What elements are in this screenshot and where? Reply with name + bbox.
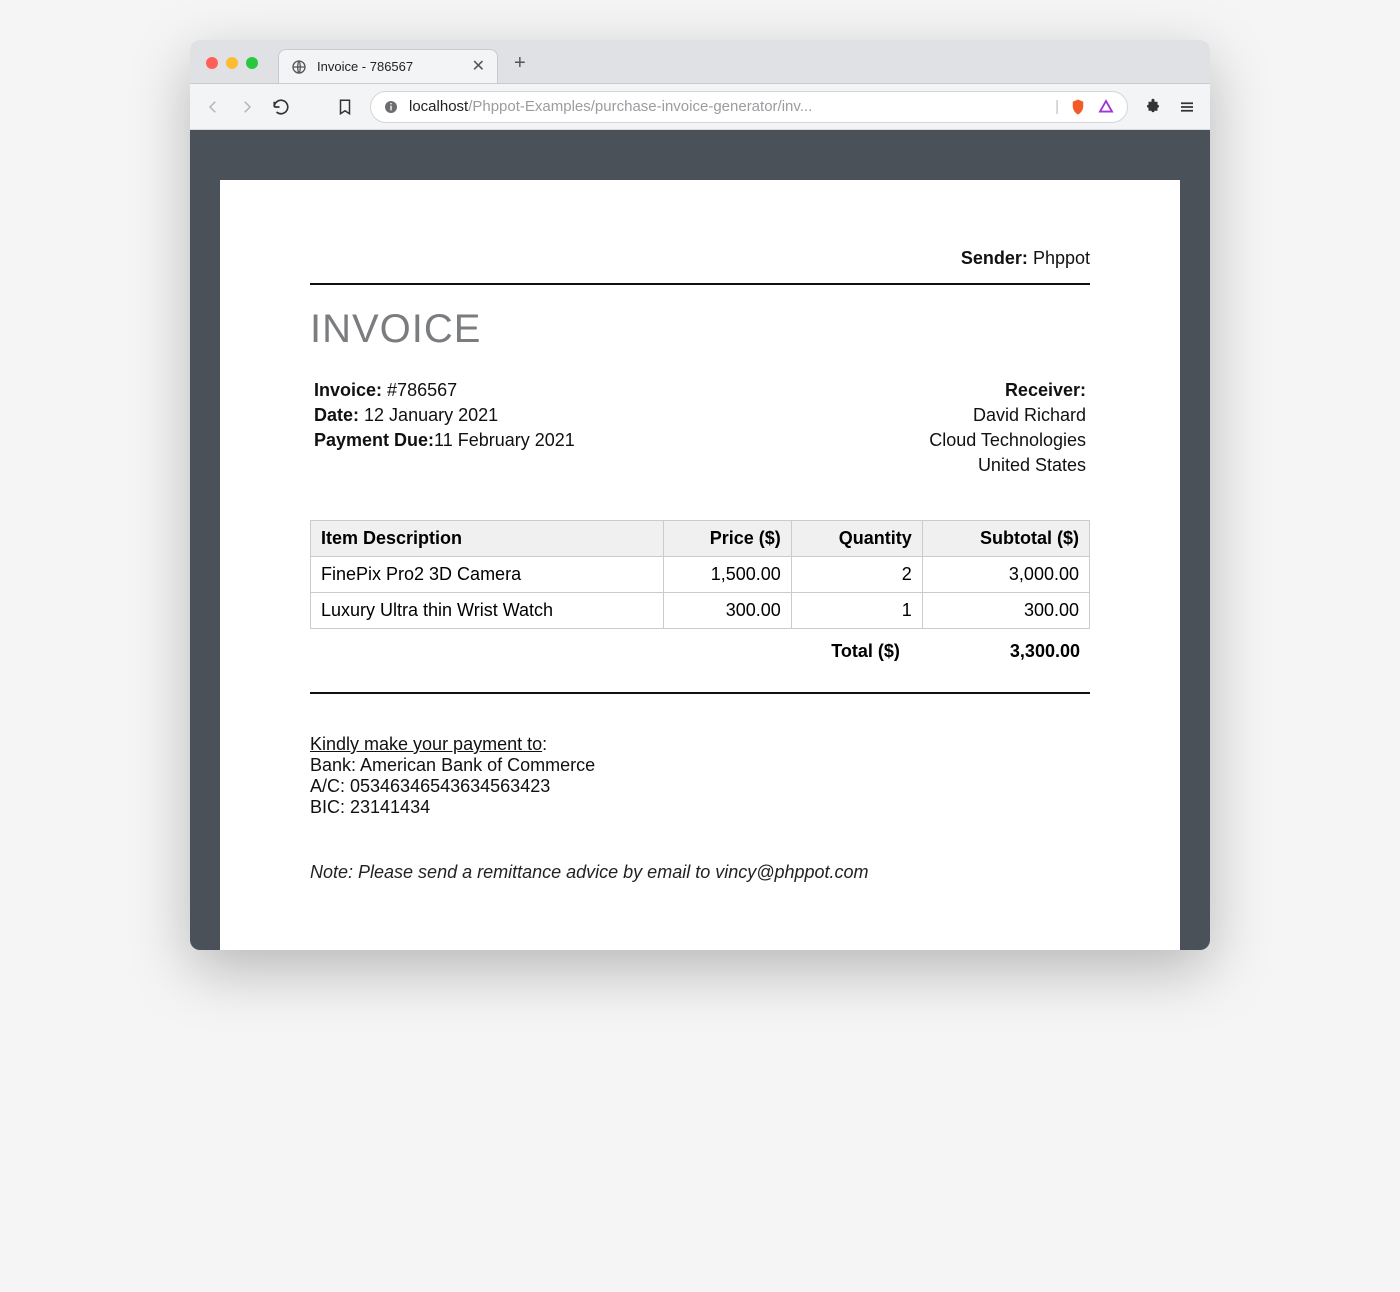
meta-left: Invoice: #786567 Date: 12 January 2021 P… xyxy=(314,380,575,480)
due-value: 11 February 2021 xyxy=(434,430,575,450)
payment-heading: Kindly make your payment to xyxy=(310,734,542,754)
url-separator: | xyxy=(1055,98,1059,115)
sender-name: Phppot xyxy=(1033,248,1090,268)
items-table: Item Description Price ($) Quantity Subt… xyxy=(310,520,1090,629)
payment-bank: Bank: American Bank of Commerce xyxy=(310,755,1090,776)
globe-icon xyxy=(291,59,307,75)
tab-close-icon[interactable]: ✕ xyxy=(472,59,485,75)
invoice-number-value: #786567 xyxy=(387,380,457,400)
due-label: Payment Due: xyxy=(314,430,434,450)
window-minimize-button[interactable] xyxy=(226,57,238,69)
item-price: 300.00 xyxy=(663,593,791,629)
remittance-note: Note: Please send a remittance advice by… xyxy=(310,862,1090,883)
invoice-meta: Invoice: #786567 Date: 12 January 2021 P… xyxy=(310,380,1090,480)
invoice-date-value: 12 January 2021 xyxy=(364,405,498,425)
back-button[interactable] xyxy=(204,98,222,116)
extensions-icon[interactable] xyxy=(1144,98,1162,116)
sender-line: Sender: Phppot xyxy=(310,248,1090,269)
bookmark-button[interactable] xyxy=(336,98,354,116)
window-maximize-button[interactable] xyxy=(246,57,258,69)
item-desc: Luxury Ultra thin Wrist Watch xyxy=(311,593,664,629)
payment-account: A/C: 05346346543634563423 xyxy=(310,776,1090,797)
col-subtotal: Subtotal ($) xyxy=(922,521,1089,557)
meta-right: Receiver: David Richard Cloud Technologi… xyxy=(929,380,1086,480)
window-close-button[interactable] xyxy=(206,57,218,69)
table-row: FinePix Pro2 3D Camera 1,500.00 2 3,000.… xyxy=(311,557,1090,593)
forward-button[interactable] xyxy=(238,98,256,116)
col-qty: Quantity xyxy=(791,521,922,557)
menu-button[interactable] xyxy=(1178,98,1196,116)
address-bar[interactable]: localhost/Phppot-Examples/purchase-invoi… xyxy=(370,91,1128,123)
invoice-page: Sender: Phppot INVOICE Invoice: #786567 … xyxy=(220,180,1180,950)
table-header-row: Item Description Price ($) Quantity Subt… xyxy=(311,521,1090,557)
receiver-company: Cloud Technologies xyxy=(929,430,1086,451)
window-controls xyxy=(206,57,258,69)
total-label: Total ($) xyxy=(831,641,900,662)
new-tab-button[interactable]: + xyxy=(508,51,532,75)
item-price: 1,500.00 xyxy=(663,557,791,593)
item-subtotal: 300.00 xyxy=(922,593,1089,629)
receiver-country: United States xyxy=(929,455,1086,476)
item-qty: 2 xyxy=(791,557,922,593)
payment-section: Kindly make your payment to: Bank: Ameri… xyxy=(310,734,1090,818)
toolbar: localhost/Phppot-Examples/purchase-invoi… xyxy=(190,84,1210,130)
url-text: localhost/Phppot-Examples/purchase-invoi… xyxy=(409,98,1045,115)
url-path: /Phppot-Examples/purchase-invoice-genera… xyxy=(468,98,812,115)
url-host: localhost xyxy=(409,98,468,115)
invoice-title: INVOICE xyxy=(310,307,1090,352)
item-desc: FinePix Pro2 3D Camera xyxy=(311,557,664,593)
col-price: Price ($) xyxy=(663,521,791,557)
brave-shield-icon[interactable] xyxy=(1069,98,1087,116)
viewport: Sender: Phppot INVOICE Invoice: #786567 … xyxy=(190,130,1210,950)
col-desc: Item Description xyxy=(311,521,664,557)
site-info-icon[interactable] xyxy=(383,99,399,115)
brave-rewards-icon[interactable] xyxy=(1097,98,1115,116)
payment-bic: BIC: 23141434 xyxy=(310,797,1090,818)
bottom-rule xyxy=(310,692,1090,694)
item-subtotal: 3,000.00 xyxy=(922,557,1089,593)
table-row: Luxury Ultra thin Wrist Watch 300.00 1 3… xyxy=(311,593,1090,629)
total-value: 3,300.00 xyxy=(1010,641,1080,662)
invoice-date-label: Date: xyxy=(314,405,359,425)
receiver-label: Receiver: xyxy=(1005,380,1086,400)
invoice-number-label: Invoice: xyxy=(314,380,382,400)
sender-label: Sender: xyxy=(961,248,1028,268)
browser-tab[interactable]: Invoice - 786567 ✕ xyxy=(278,49,498,83)
top-rule xyxy=(310,283,1090,285)
item-qty: 1 xyxy=(791,593,922,629)
receiver-name: David Richard xyxy=(929,405,1086,426)
titlebar: Invoice - 786567 ✕ + xyxy=(190,40,1210,84)
reload-button[interactable] xyxy=(272,98,290,116)
tab-title: Invoice - 786567 xyxy=(317,59,462,74)
total-row: Total ($) 3,300.00 xyxy=(310,637,1090,662)
browser-window: Invoice - 786567 ✕ + localhost/Phppot-Ex… xyxy=(190,40,1210,950)
